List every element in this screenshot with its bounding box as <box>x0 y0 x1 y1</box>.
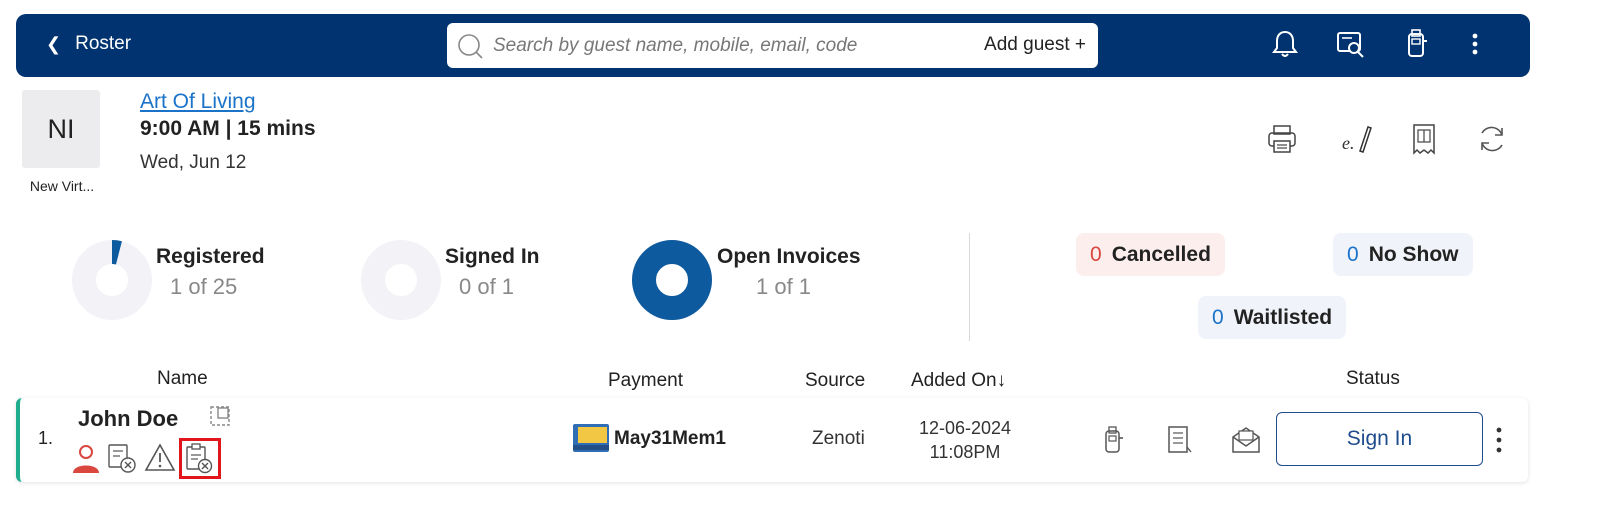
open-invoices-label: Open Invoices <box>717 245 861 268</box>
open-invoices-donut <box>632 240 712 320</box>
added-date: 12-06-2024 <box>918 418 1012 438</box>
no-show-count: 0 <box>1347 242 1359 266</box>
search-icon <box>458 33 483 59</box>
back-to-roster-button[interactable]: ❮ Roster <box>46 33 131 55</box>
signed-in-label: Signed In <box>445 245 540 268</box>
chevron-left-icon: ❮ <box>46 33 62 54</box>
open-profile-icon[interactable] <box>208 404 232 428</box>
source-value: Zenoti <box>812 428 865 449</box>
waitlisted-label: Waitlisted <box>1233 305 1333 329</box>
registered-label: Registered <box>156 245 265 268</box>
printer-icon[interactable] <box>1264 121 1300 157</box>
avatar-initials: NI <box>47 113 75 144</box>
signed-in-donut <box>361 240 441 320</box>
waitlisted-pill[interactable]: 0 Waitlisted <box>1198 296 1347 339</box>
refresh-icon[interactable] <box>1474 121 1510 157</box>
form-declined-icon <box>108 444 136 473</box>
class-time: 9:00 AM | 15 mins <box>140 117 316 140</box>
column-header-name: Name <box>157 368 208 389</box>
guest-profile-icon <box>73 445 99 473</box>
card-reader-icon[interactable] <box>1400 27 1434 61</box>
membership-card-icon <box>573 424 609 452</box>
guest-search-box: Add guest + <box>447 23 1098 68</box>
class-title-link[interactable]: Art Of Living <box>140 90 256 114</box>
id-card-search-icon[interactable] <box>1334 27 1368 61</box>
column-header-status: Status <box>1346 368 1400 389</box>
cancelled-label: Cancelled <box>1111 242 1211 266</box>
column-header-payment: Payment <box>608 370 683 391</box>
cancelled-pill[interactable]: 0 Cancelled <box>1076 233 1225 276</box>
no-show-pill[interactable]: 0 No Show <box>1333 233 1473 276</box>
class-avatar: NI <box>22 90 100 168</box>
column-header-added-on[interactable]: Added On↓ <box>911 370 1006 392</box>
receipt-icon[interactable] <box>1406 121 1442 157</box>
guest-name-link[interactable]: John Doe <box>78 406 178 432</box>
cancelled-count: 0 <box>1090 242 1102 266</box>
top-bar: ❮ Roster Add guest + <box>16 14 1530 77</box>
class-date: Wed, Jun 12 <box>140 152 247 173</box>
sign-in-button[interactable]: Sign In <box>1276 412 1483 466</box>
card-reader-icon[interactable] <box>1098 424 1130 456</box>
row-index: 1. <box>38 428 54 448</box>
more-vertical-icon[interactable] <box>1458 27 1492 61</box>
donut-fill <box>632 240 712 320</box>
added-on-value: 12-06-2024 11:08PM <box>900 416 1030 464</box>
back-label: Roster <box>75 33 132 54</box>
invoice-icon[interactable] <box>1164 424 1196 456</box>
sort-arrow-icon: ↓ <box>996 370 1007 391</box>
registered-value: 1 of 25 <box>170 274 238 299</box>
warning-icon <box>144 443 176 471</box>
waitlisted-count: 0 <box>1212 305 1224 329</box>
svg-text:e.: e. <box>1342 133 1355 153</box>
bell-icon[interactable] <box>1268 27 1302 61</box>
row-more-icon[interactable] <box>1490 422 1508 458</box>
added-on-label: Added On <box>911 370 997 391</box>
guest-search-input[interactable] <box>493 34 963 57</box>
email-form-icon[interactable] <box>1230 424 1262 456</box>
added-time: 11:08PM <box>929 442 1001 462</box>
table-row: 1. John Doe May31Mem1 Zenoti 12-06-2024 … <box>16 398 1528 482</box>
signature-icon[interactable]: e. <box>1338 121 1374 157</box>
column-header-source: Source <box>805 370 866 391</box>
donut-track <box>361 240 441 320</box>
no-show-label: No Show <box>1368 242 1459 266</box>
registered-donut <box>72 240 152 320</box>
signed-in-value: 0 of 1 <box>459 274 515 299</box>
avatar-caption: New Virt... <box>29 178 95 194</box>
stats-divider <box>969 233 970 341</box>
open-invoices-value: 1 of 1 <box>756 274 812 299</box>
highlight-box <box>179 438 221 479</box>
payment-value: May31Mem1 <box>614 428 726 449</box>
add-guest-button[interactable]: Add guest + <box>984 34 1086 56</box>
